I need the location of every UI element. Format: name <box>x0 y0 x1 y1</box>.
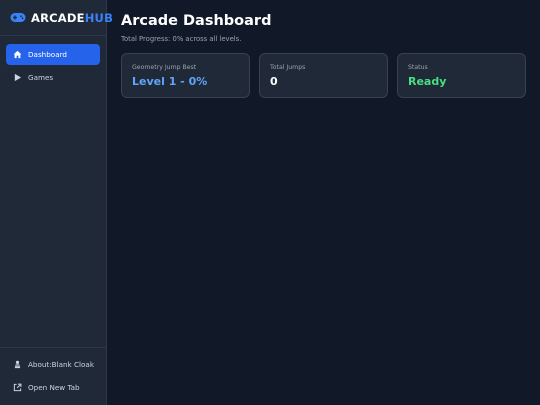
sidebar-item-games[interactable]: Games <box>6 67 100 88</box>
sidebar-item-dashboard[interactable]: Dashboard <box>6 44 100 65</box>
brand[interactable]: ARCADEHUB <box>0 0 113 36</box>
stat-card-geometry-jump-best: Geometry Jump Best Level 1 - 0% <box>121 53 250 98</box>
stat-card-value: 0 <box>270 75 278 88</box>
sidebar-nav: Dashboard Games <box>0 36 106 88</box>
stat-card-label: Total Jumps <box>270 64 306 71</box>
sidebar-item-label: Games <box>28 73 54 82</box>
play-icon <box>13 73 22 82</box>
stat-card-label: Geometry Jump Best <box>132 64 197 71</box>
brand-name-part1: ARCADE <box>31 10 85 25</box>
stat-card-label: Status <box>408 64 428 71</box>
sidebar-footer: About:Blank Cloak Open New Tab <box>0 347 107 405</box>
home-icon <box>13 50 22 59</box>
about-blank-cloak-button[interactable]: About:Blank Cloak <box>6 354 101 375</box>
external-link-icon <box>13 383 22 392</box>
open-new-tab-button[interactable]: Open New Tab <box>6 377 101 398</box>
footer-item-label: Open New Tab <box>28 383 80 392</box>
footer-item-label: About:Blank Cloak <box>28 360 94 369</box>
page-title: Arcade Dashboard <box>121 13 272 29</box>
stat-card-value: Level 1 - 0% <box>132 75 208 88</box>
sidebar: ARCADEHUB Dashboard Games About:Blank Cl… <box>0 0 113 405</box>
brand-name: ARCADEHUB <box>31 11 113 25</box>
page-subtitle: Total Progress: 0% across all levels. <box>121 35 242 43</box>
stat-card-status: Status Ready <box>397 53 526 98</box>
cloak-icon <box>13 360 22 369</box>
gamepad-icon <box>10 12 26 23</box>
stats-cards: Geometry Jump Best Level 1 - 0% Total Ju… <box>121 53 526 98</box>
stat-card-value: Ready <box>408 75 447 88</box>
stat-card-total-jumps: Total Jumps 0 <box>259 53 388 98</box>
main-content: Arcade Dashboard Total Progress: 0% acro… <box>107 0 540 405</box>
sidebar-item-label: Dashboard <box>28 50 67 59</box>
